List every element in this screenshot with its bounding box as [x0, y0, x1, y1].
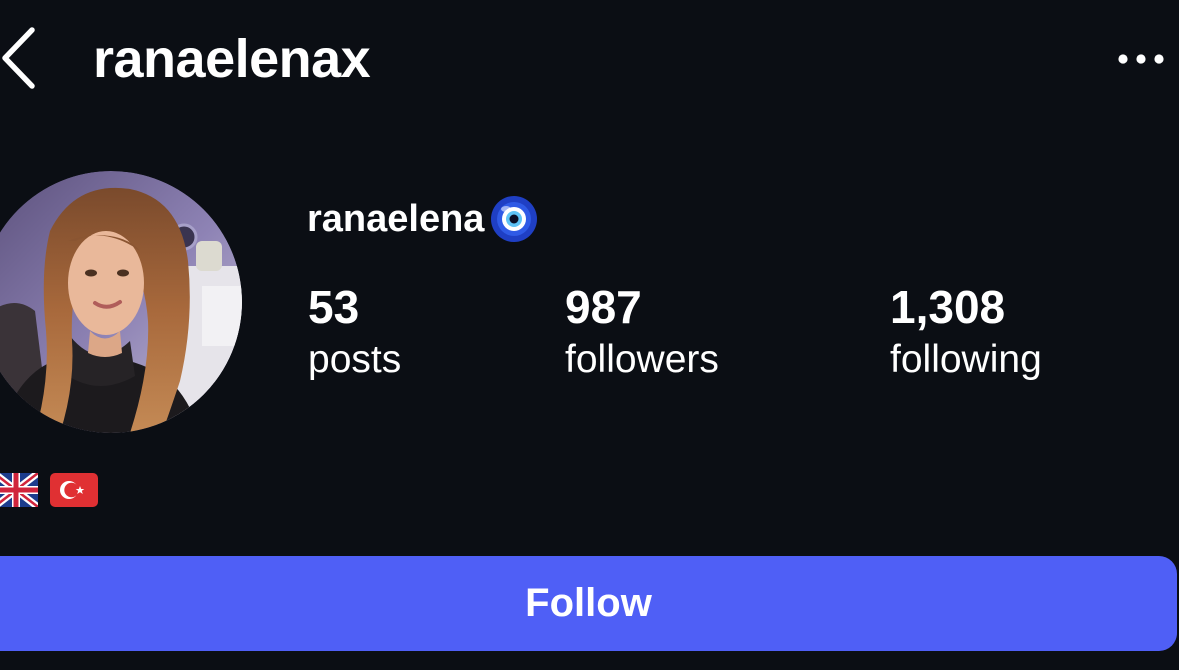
profile-username-title: ranaelenax	[93, 29, 371, 89]
avatar[interactable]	[0, 171, 242, 433]
stat-following[interactable]: 1,308 following	[890, 280, 1042, 386]
ellipsis-icon	[1118, 54, 1164, 64]
stat-followers[interactable]: 987 followers	[565, 280, 719, 386]
followers-label: followers	[565, 338, 719, 381]
turkey-flag-icon	[50, 473, 98, 507]
following-count: 1,308	[890, 281, 1006, 333]
nazar-evil-eye-icon	[491, 196, 538, 242]
posts-label: posts	[308, 338, 402, 381]
follow-button[interactable]: Follow	[0, 556, 1177, 651]
display-name-row: ranaelena	[307, 193, 538, 245]
chevron-left-icon	[2, 27, 35, 89]
display-name: ranaelena	[307, 198, 485, 240]
follow-button-label: Follow	[525, 581, 652, 625]
more-options-button[interactable]	[1108, 40, 1172, 78]
followers-count: 987	[565, 281, 642, 333]
top-bar: ranaelenax	[0, 0, 1179, 120]
posts-count: 53	[308, 281, 360, 333]
bio	[0, 473, 98, 507]
back-button[interactable]	[0, 22, 50, 94]
following-label: following	[890, 338, 1042, 381]
profile-photo	[0, 171, 242, 433]
uk-flag-icon	[0, 473, 38, 507]
stat-posts[interactable]: 53 posts	[308, 280, 401, 386]
